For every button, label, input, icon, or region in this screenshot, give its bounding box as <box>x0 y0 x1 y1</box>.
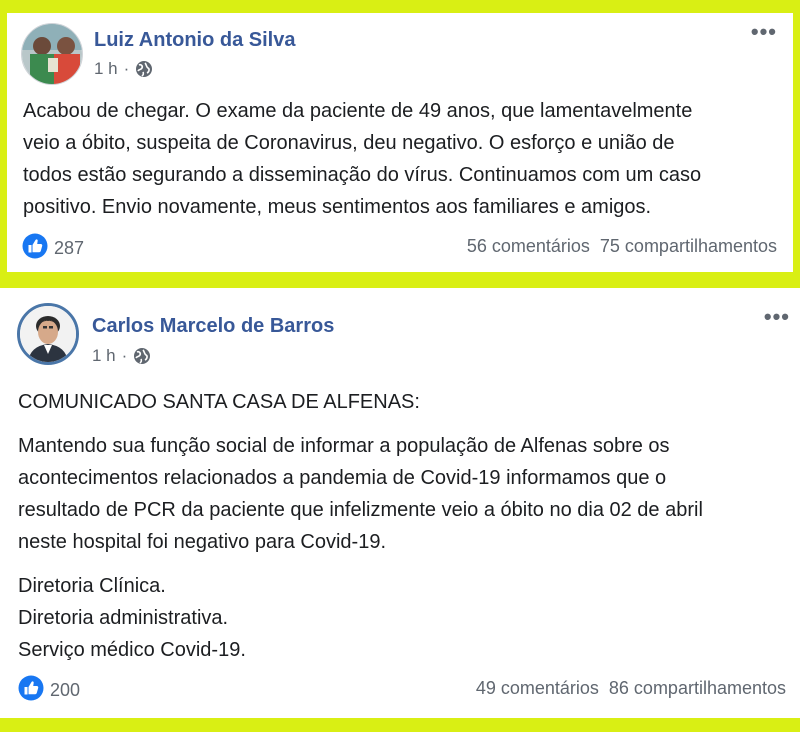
shares-count[interactable]: 75 compartilhamentos <box>600 236 777 257</box>
meta-separator: · <box>121 346 128 365</box>
globe-icon[interactable] <box>133 347 151 365</box>
reactions[interactable]: 200 <box>18 675 80 706</box>
engagement-counts: 49 comentários 86 compartilhamentos <box>476 678 786 699</box>
avatar[interactable] <box>17 303 79 365</box>
globe-icon[interactable] <box>135 60 153 78</box>
author-name[interactable]: Carlos Marcelo de Barros <box>92 315 334 338</box>
post-card: Carlos Marcelo de Barros 1 h · ••• COMUN… <box>0 288 800 718</box>
engagement-counts: 56 comentários 75 compartilhamentos <box>467 236 777 257</box>
avatar[interactable] <box>21 23 83 85</box>
more-options-icon[interactable]: ••• <box>764 306 790 328</box>
like-icon <box>22 233 48 264</box>
author-name[interactable]: Luiz Antonio da Silva <box>94 29 295 52</box>
post-meta: 1 h · <box>94 59 153 79</box>
more-options-icon[interactable]: ••• <box>751 21 777 43</box>
post-time[interactable]: 1 h <box>94 59 118 79</box>
comments-count[interactable]: 49 comentários <box>476 678 599 699</box>
like-icon <box>18 675 44 706</box>
post-paragraph: COMUNICADO SANTA CASA DE ALFENAS: <box>18 391 420 413</box>
post-paragraph: Diretoria Clínica. Diretoria administrat… <box>18 575 246 661</box>
post-body: COMUNICADO SANTA CASA DE ALFENAS: Manten… <box>18 386 793 678</box>
like-count: 287 <box>54 238 85 258</box>
reactions[interactable]: 287 <box>22 233 84 264</box>
post-time[interactable]: 1 h <box>92 346 116 366</box>
comments-count[interactable]: 56 comentários <box>467 236 590 257</box>
post-meta: 1 h · <box>92 346 151 366</box>
meta-separator: · <box>123 59 130 78</box>
post-body: Acabou de chegar. O exame da paciente de… <box>23 95 783 235</box>
post-paragraph: Acabou de chegar. O exame da paciente de… <box>23 100 702 218</box>
shares-count[interactable]: 86 compartilhamentos <box>609 678 786 699</box>
post-card: Luiz Antonio da Silva 1 h · ••• Acabou d… <box>7 13 793 272</box>
post-paragraph: Mantendo sua função social de informar a… <box>18 435 703 553</box>
like-count: 200 <box>50 680 81 700</box>
